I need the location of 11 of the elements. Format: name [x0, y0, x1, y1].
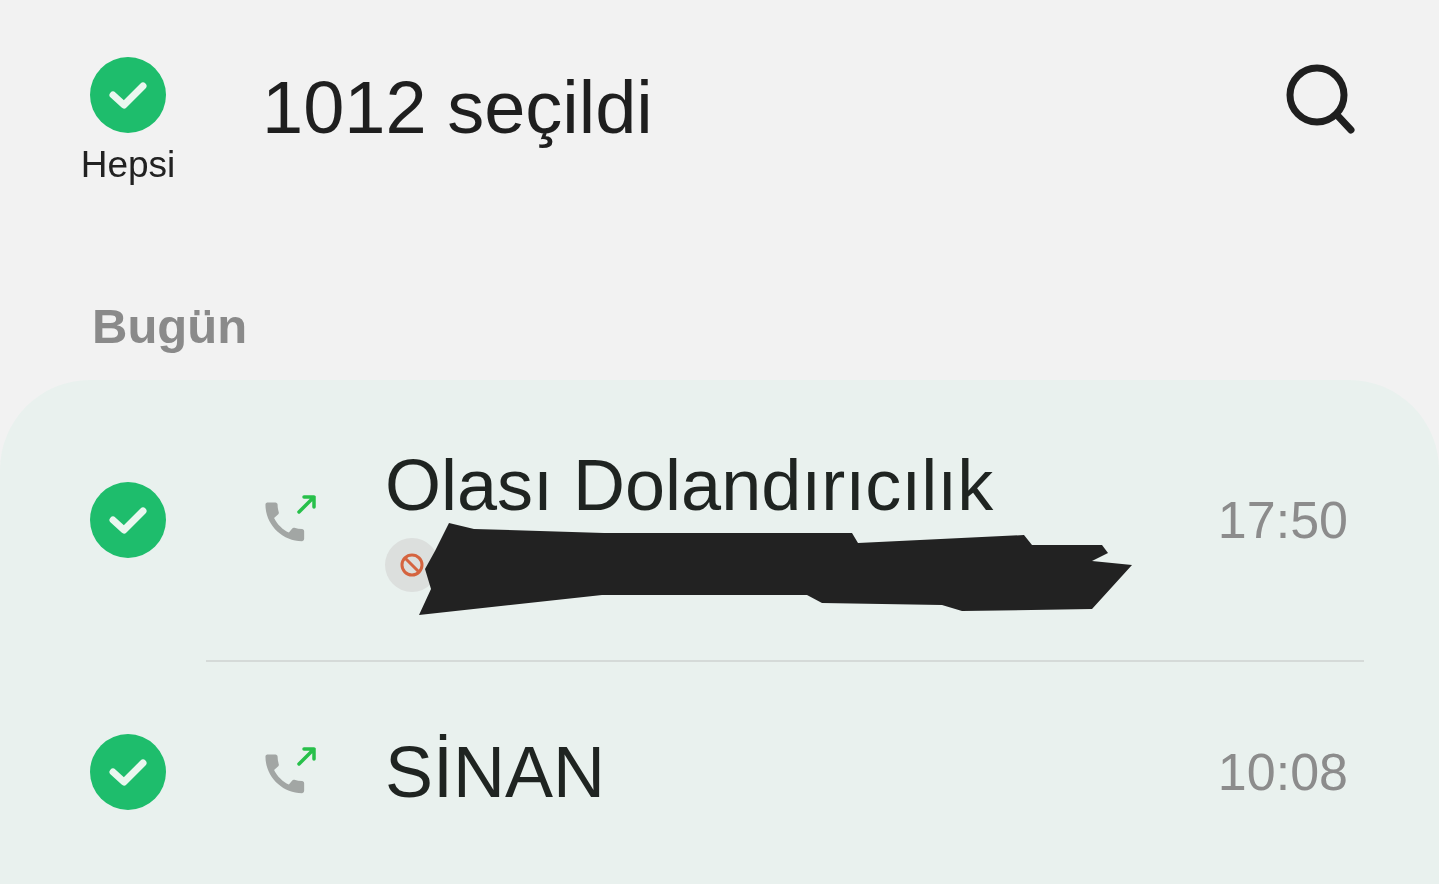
- row-checkbox[interactable]: [90, 734, 166, 810]
- call-time: 17:50: [1217, 490, 1348, 550]
- search-icon[interactable]: [1285, 63, 1355, 135]
- section-header: Bugün: [92, 298, 248, 355]
- selection-count-title: 1012 seçildi: [262, 65, 653, 151]
- select-all-checkbox[interactable]: [90, 57, 166, 133]
- call-time: 10:08: [1217, 742, 1348, 802]
- row-checkbox[interactable]: [90, 482, 166, 558]
- contact-name: Olası Dolandırıcılık: [385, 445, 994, 525]
- contact-name: SİNAN: [385, 732, 606, 812]
- select-all-label: Hepsi: [80, 143, 176, 187]
